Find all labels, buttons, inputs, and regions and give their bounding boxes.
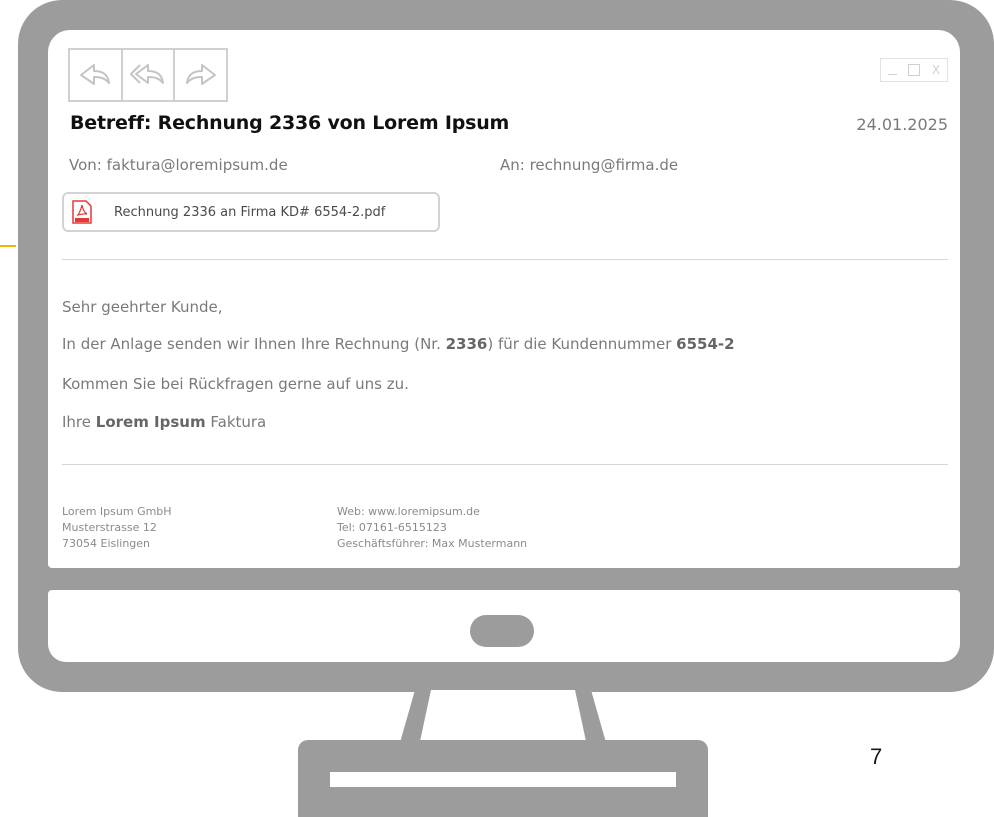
body-signature: Ihre Lorem Ipsum Faktura [62,413,266,431]
signature-suffix: Faktura [205,413,267,431]
maximize-icon [908,64,920,76]
forward-button[interactable] [175,50,226,100]
email-date: 24.01.2025 [856,115,948,134]
accent-line [0,245,16,247]
footer-ceo: Geschäftsführer: Max Mustermann [337,537,528,550]
header-divider [62,259,948,260]
footer-tel: Tel: 07161-6515123 [337,521,447,534]
pdf-icon [72,200,92,224]
attachment-chip[interactable]: Rechnung 2336 an Firma KD# 6554-2.pdf [62,192,440,232]
monitor-power-button [470,615,534,647]
window-controls: X [880,58,948,82]
footer-contact: Web: www.loremipsum.de Tel: 07161-651512… [337,504,527,552]
footer-web: Web: www.loremipsum.de [337,505,480,518]
email-to: An: rechnung@firma.de [500,156,679,174]
footer-street: Musterstrasse 12 [62,521,157,534]
footer-address: Lorem Ipsum GmbH Musterstrasse 12 73054 … [62,504,172,552]
forward-icon [185,64,216,85]
body-greeting: Sehr geehrter Kunde, [62,298,223,316]
minimize-button[interactable] [881,59,903,81]
monitor-stand-neck [399,690,607,746]
monitor-stand-slot [330,772,676,787]
customer-number: 6554-2 [676,335,735,353]
footer-city: 73054 Eislingen [62,537,151,550]
body-invoice-prefix: In der Anlage senden wir Ihnen Ihre Rech… [62,335,446,353]
attachment-filename: Rechnung 2336 an Firma KD# 6554-2.pdf [114,204,386,220]
body-invoice-line: In der Anlage senden wir Ihnen Ihre Rech… [62,335,735,353]
email-subject: Betreff: Rechnung 2336 von Lorem Ipsum [70,112,510,134]
reply-button[interactable] [70,50,123,100]
footer-company: Lorem Ipsum GmbH [62,505,172,518]
invoice-number: 2336 [445,335,488,353]
close-button[interactable]: X [925,59,947,81]
email-from: Von: faktura@loremipsum.de [69,156,288,174]
close-icon: X [931,63,941,77]
email-toolbar [68,48,228,102]
signature-company: Lorem Ipsum [95,413,206,431]
minimize-icon [887,73,897,76]
signature-prefix: Ihre [62,413,96,431]
email-window: X Betreff: Rechnung 2336 von Lorem Ipsum… [48,30,960,568]
page-number: 7 [870,744,883,769]
reply-all-button[interactable] [123,50,176,100]
footer-divider [62,464,948,465]
reply-all-icon [130,64,164,84]
body-invoice-middle: ) für die Kundennummer [487,335,677,353]
maximize-button[interactable] [903,59,925,81]
reply-icon [80,64,111,85]
body-contact-line: Kommen Sie bei Rückfragen gerne auf uns … [62,375,409,393]
